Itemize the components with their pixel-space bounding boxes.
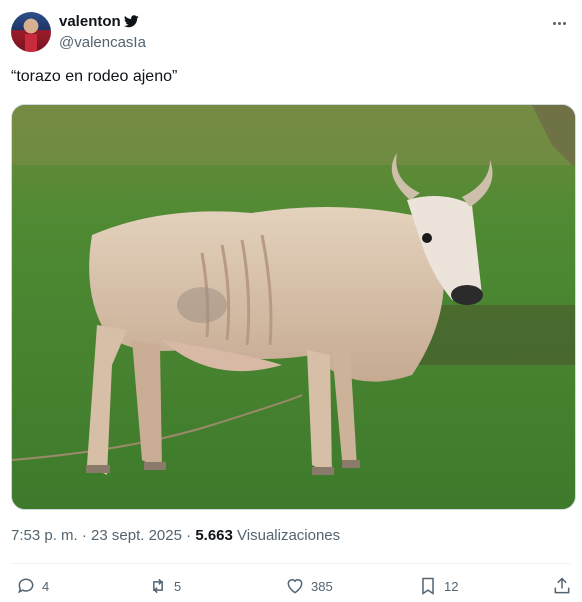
meta-separator: · bbox=[186, 527, 192, 544]
more-options-button[interactable] bbox=[548, 13, 570, 33]
tweet-date[interactable]: 23 sept. 2025 bbox=[91, 527, 182, 544]
retweet-icon bbox=[153, 578, 163, 594]
retweet-button[interactable]: 5 bbox=[148, 576, 181, 596]
action-bar: 4 5 385 12 bbox=[0, 572, 582, 602]
more-dot-icon bbox=[562, 21, 566, 25]
bookmark-button[interactable]: 12 bbox=[418, 576, 458, 596]
share-button[interactable] bbox=[552, 576, 572, 596]
twitter-bird-icon bbox=[123, 15, 139, 28]
more-dot-icon bbox=[552, 21, 556, 25]
share-icon bbox=[554, 577, 570, 594]
more-dot-icon bbox=[557, 21, 561, 25]
bookmark-count: 12 bbox=[444, 578, 459, 594]
retweet-count: 5 bbox=[174, 578, 182, 594]
bookmark-icon bbox=[422, 577, 434, 595]
handle[interactable]: @valencasIa bbox=[59, 34, 146, 51]
reply-count: 4 bbox=[42, 578, 50, 594]
reply-button[interactable]: 4 bbox=[16, 576, 49, 596]
heart-icon bbox=[287, 579, 303, 594]
tweet-text: “torazo en rodeo ajeno” bbox=[11, 68, 178, 85]
tweet-time[interactable]: 7:53 p. m. bbox=[11, 527, 78, 544]
meta-separator: · bbox=[81, 527, 87, 544]
cow-photo-illustration bbox=[12, 105, 575, 509]
author-name-row: valenton bbox=[59, 13, 139, 30]
views-label: Visualizaciones bbox=[237, 527, 341, 544]
avatar[interactable] bbox=[11, 12, 51, 52]
like-button[interactable]: 385 bbox=[285, 576, 333, 596]
tweet-meta: 7:53 p. m. · 23 sept. 2025 · 5.663 Visua… bbox=[11, 527, 340, 544]
divider bbox=[11, 563, 571, 564]
views-count: 5.663 bbox=[195, 527, 233, 544]
display-name[interactable]: valenton bbox=[59, 13, 121, 30]
tweet-photo[interactable] bbox=[11, 104, 576, 510]
reply-icon bbox=[18, 578, 34, 594]
like-count: 385 bbox=[311, 578, 333, 594]
